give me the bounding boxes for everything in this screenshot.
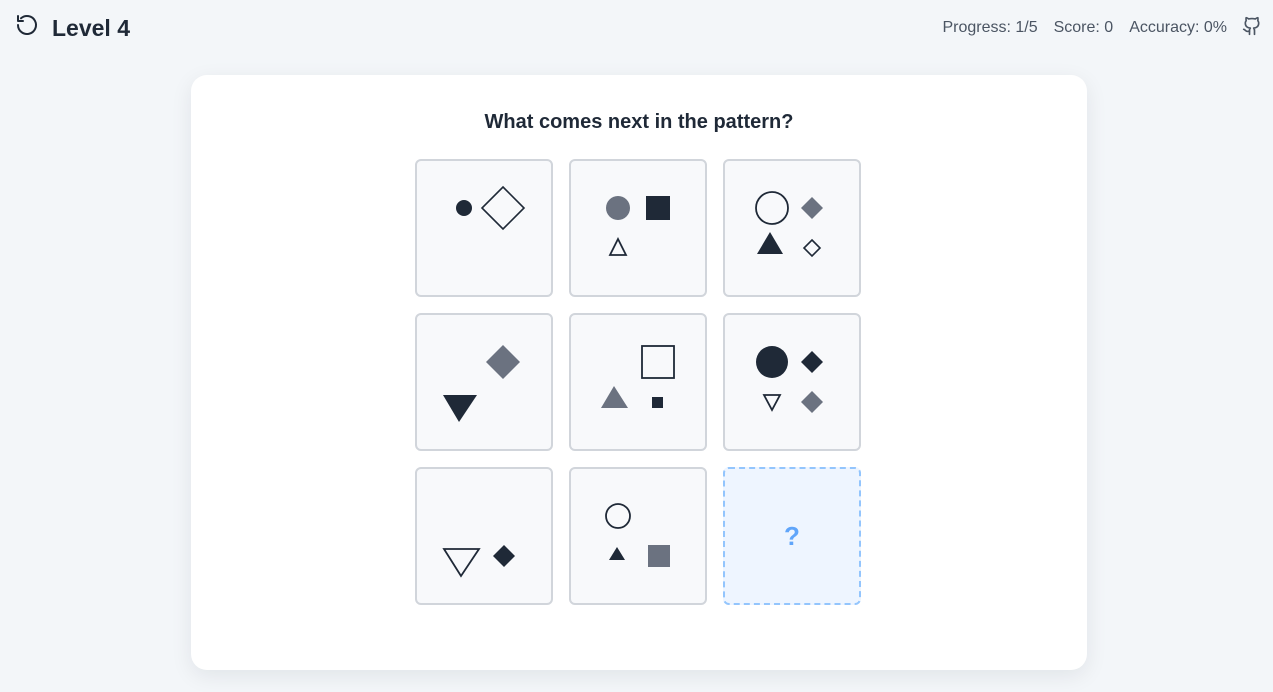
- top-bar: Level 4 Progress: 1/5 Score: 0 Accuracy:…: [0, 0, 1273, 56]
- small-dark-triangle: [609, 547, 625, 560]
- github-icon: [1242, 15, 1262, 42]
- pattern-cell-6-shapes: [756, 346, 823, 413]
- dark-filled-triangle: [757, 232, 783, 254]
- gray-filled-diamond: [801, 391, 823, 413]
- question-mark: ?: [784, 520, 800, 551]
- gray-filled-circle: [606, 196, 630, 220]
- pattern-cell-2: [569, 159, 707, 297]
- level-title: Level 4: [52, 15, 130, 41]
- outline-circle: [605, 503, 631, 529]
- answer-slot[interactable]: ?: [723, 467, 861, 605]
- pattern-cell-3: [723, 159, 861, 297]
- large-outline-circle: [755, 191, 789, 225]
- gray-filled-diamond: [801, 197, 823, 219]
- gray-filled-diamond: [486, 345, 520, 379]
- puzzle-card: What comes next in the pattern? ?: [191, 75, 1087, 670]
- rotate-ccw-icon: [15, 13, 39, 42]
- score-text: Score: 0: [1053, 19, 1114, 36]
- github-link[interactable]: [1240, 16, 1264, 40]
- progress-text: Progress: 1/5: [942, 19, 1038, 36]
- pattern-cell-2-shapes: [606, 196, 670, 256]
- outline-inverted-triangle: [762, 394, 782, 412]
- pattern-cell-5: [569, 313, 707, 451]
- gray-filled-square: [648, 545, 670, 567]
- small-outline-triangle: [608, 236, 628, 256]
- gray-filled-triangle: [601, 386, 628, 408]
- large-outline-diamond: [480, 185, 526, 231]
- stats-bar: Progress: 1/5 Score: 0 Accuracy: 0%: [942, 17, 1227, 39]
- pattern-cell-3-shapes: [755, 191, 823, 258]
- pattern-cell-4-shapes: [443, 345, 520, 422]
- small-filled-circle: [456, 200, 472, 216]
- dark-filled-diamond: [493, 545, 515, 567]
- large-outline-square: [641, 345, 675, 379]
- pattern-cell-6: [723, 313, 861, 451]
- accuracy-text: Accuracy: 0%: [1129, 19, 1227, 36]
- pattern-cell-4: [415, 313, 553, 451]
- dark-filled-inverted-triangle: [443, 395, 477, 422]
- pattern-cell-8: [569, 467, 707, 605]
- small-dark-square: [652, 397, 663, 408]
- dark-filled-diamond: [801, 351, 823, 373]
- reset-button[interactable]: [14, 14, 40, 40]
- pattern-cell-7: [415, 467, 553, 605]
- pattern-cell-7-shapes: [442, 545, 515, 578]
- dark-filled-square: [646, 196, 670, 220]
- small-outline-diamond: [802, 238, 822, 258]
- large-dark-circle: [756, 346, 788, 378]
- question-heading: What comes next in the pattern?: [484, 111, 794, 133]
- pattern-cell-1-shapes: [456, 185, 526, 231]
- large-outline-inverted-triangle: [442, 548, 481, 578]
- pattern-cell-1: [415, 159, 553, 297]
- pattern-cell-8-shapes: [605, 503, 670, 567]
- pattern-cell-5-shapes: [601, 345, 675, 408]
- pattern-grid: ?: [415, 159, 861, 605]
